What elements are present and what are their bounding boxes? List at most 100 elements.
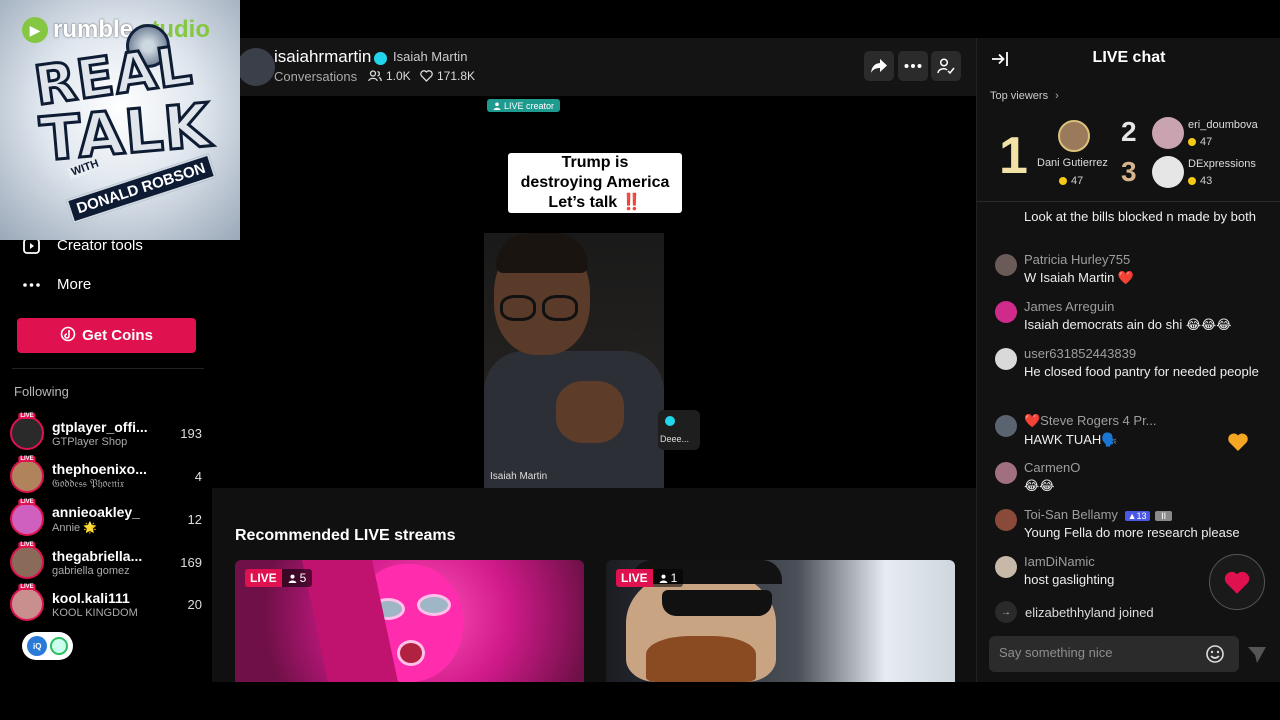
avatar: LIVE [10,499,44,536]
following-viewer-count: 169 [180,554,202,570]
sidebar-divider [12,368,204,369]
top-viewers-link[interactable]: Top viewers › [990,90,1059,102]
avatar[interactable] [995,415,1017,437]
get-coins-button[interactable]: Get Coins [17,318,196,353]
coin-icon [60,326,76,346]
top-viewer-name: Dani Gutierrez [1037,157,1108,169]
rank-number: 3 [1121,156,1137,187]
avatar[interactable] [1152,156,1184,188]
chat-message: ❤️Steve Rogers 4 Pr... HAWK TUAH🗣️ [995,413,1261,450]
browser-extension-widget[interactable]: iQ [22,632,73,660]
video-frame: Isaiah Martin [484,233,664,488]
chat-title: LIVE chat [1092,49,1166,66]
chat-username[interactable]: ❤️Steve Rogers 4 Pr... [1024,413,1261,429]
stream-category[interactable]: Conversations [274,69,357,84]
stream-overlay-caption: Trump is destroying America Let’s talk ‼… [508,153,682,213]
avatar[interactable] [995,509,1017,531]
following-name: annieoakley_ [52,504,140,520]
join-icon: → [995,601,1017,623]
more-options-button[interactable] [898,51,928,81]
verified-icon [374,52,387,65]
chat-message-text: HAWK TUAH🗣️ [1024,432,1118,447]
chat-username[interactable]: James Arreguin [1024,299,1261,314]
following-name: thegabriella... [52,547,143,564]
live-video-player[interactable]: LIVE creator Isaiah Martin Trump is dest… [212,96,976,488]
send-icon[interactable] [1247,646,1267,664]
avatar[interactable] [995,462,1017,484]
chat-username[interactable]: Patricia Hurley755 [1024,252,1261,267]
heart-icon [1224,571,1250,594]
rumble-play-icon: ▶ [22,17,48,43]
sidebar-item-more[interactable]: More [22,275,91,294]
avatar: LIVE [10,584,44,621]
stream-header: isaiahrmartin Isaiah Martin Conversation… [212,38,976,96]
following-viewer-count: 193 [180,425,202,441]
coin-icon [1188,138,1196,146]
thumbnail-sunglasses [662,590,772,616]
person-icon [288,574,297,583]
following-item[interactable]: LIVE thegabriella... gabriella gomez 169 [10,542,202,582]
avatar[interactable] [995,301,1017,323]
coin-icon [1059,177,1067,185]
top-viewer-coins: 47 [1059,175,1083,187]
chat-message-text: W Isaiah Martin ❤️ [1024,270,1135,285]
recommended-badges: LIVE 1 [616,569,684,587]
avatar[interactable] [237,48,275,86]
chat-message: Look at the bills blocked n made by both [995,206,1261,227]
chat-username[interactable]: Toi-San Bellamy ▲13 II [1024,507,1261,522]
like-count: 171.8K [420,69,475,83]
guest-tile[interactable]: Deee... [658,410,700,450]
guest-avatar-icon [665,416,675,426]
avatar: LIVE [10,413,44,450]
avatar[interactable] [1058,120,1090,152]
sidebar-item-label: More [57,276,92,293]
streamer-nickname: Isaiah Martin [393,49,468,64]
recommended-title: Recommended LIVE streams [235,527,456,544]
avatar: LIVE [10,542,44,579]
avatar[interactable] [995,254,1017,276]
emoji-icon[interactable] [1205,644,1225,664]
chevron-right-icon: › [1055,90,1059,102]
chat-username[interactable]: CarmenO [1024,460,1261,475]
chat-message: Patricia Hurley755 W Isaiah Martin ❤️ [995,252,1261,288]
avatar[interactable] [995,348,1017,370]
chat-message: James Arreguin Isaiah democrats ain do s… [995,299,1261,335]
following-name: kool.kali111 [52,589,130,606]
chat-username[interactable]: user631852443839 [1024,346,1261,361]
mask-mouth [397,640,425,666]
profile-action-button[interactable] [931,51,961,81]
chat-message-text: 😂😂 [1024,478,1055,493]
following-item[interactable]: LIVE annieoakley_ Annie 🌟 12 [10,499,202,539]
chat-message-text: He closed food pantry for needed people [1024,364,1259,379]
get-coins-label: Get Coins [82,327,153,344]
recommended-stream-card[interactable]: LIVE 1 [606,560,955,682]
chat-message-text: Young Fella do more research please [1024,525,1240,540]
share-button[interactable] [864,51,894,81]
chat-message-text: Look at the bills blocked n made by both [1024,209,1256,224]
following-viewer-count: 12 [187,511,202,527]
avatar[interactable] [995,556,1017,578]
avatar[interactable] [1152,117,1184,149]
divider [977,201,1280,202]
coin-icon [1188,177,1196,185]
recommended-stream-card[interactable]: LIVE 5 [235,560,584,682]
heart-outline-icon [420,70,433,82]
viewer-count: 5 [281,569,313,587]
chat-input[interactable] [999,645,1199,660]
user-check-icon [937,58,955,75]
following-item[interactable]: LIVE kool.kali111 KOOL KINGDOM 20 [10,584,202,624]
streamer-username[interactable]: isaiahrmartin [274,47,371,67]
extension-icon: iQ [27,636,48,656]
following-viewer-count: 20 [187,596,202,612]
glasses-lens [542,295,578,321]
viewer-count: 1.0K [368,69,411,83]
following-name: thephoenixo... [52,461,147,477]
send-like-button[interactable] [1209,554,1265,610]
live-badge: LIVE [616,569,653,587]
glasses-lens [500,295,536,321]
stream-thumbnail-subject [353,564,463,682]
rank-number: 2 [1121,116,1137,147]
following-item[interactable]: LIVE thephoenixo... 𝔊𝔬𝔡𝔡𝔢𝔰𝔰 𝔓𝔥𝔬𝔢𝔫𝔦𝔵 4 [10,456,202,496]
following-item[interactable]: LIVE gtplayer_offi... GTPlayer Shop 193 [10,413,202,453]
rumble-studio-logo-overlay: ▶ rumble studio REAL TALK WITH DONALD RO… [0,0,240,240]
